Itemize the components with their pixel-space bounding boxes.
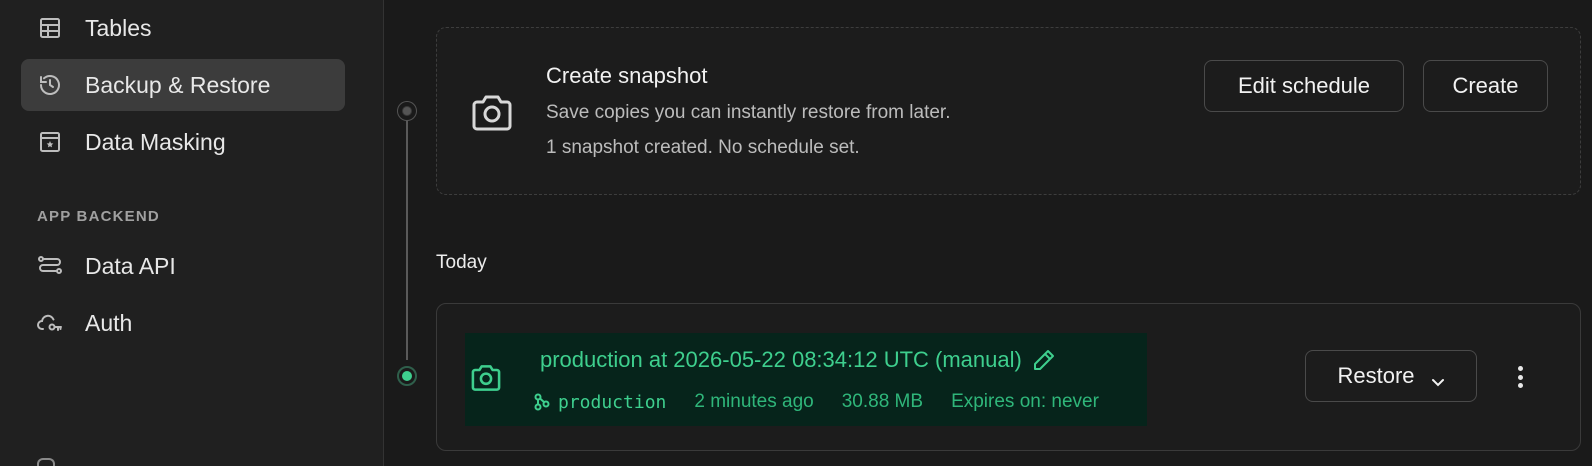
sidebar-item-label: Backup & Restore xyxy=(85,71,271,98)
backup-title: production at 2026-05-22 08:34:12 UTC (m… xyxy=(540,347,1056,373)
snapshot-description: Save copies you can instantly restore fr… xyxy=(546,102,951,123)
backup-name: production at 2026-05-22 08:34:12 UTC (m… xyxy=(540,347,1022,372)
backup-branch: production xyxy=(558,391,667,413)
timeline-line xyxy=(406,120,408,360)
sidebar-item-data-masking[interactable]: Data Masking xyxy=(21,116,345,168)
masking-icon xyxy=(37,129,63,155)
restore-label: Restore xyxy=(1337,363,1415,388)
timeline-dot xyxy=(398,102,416,120)
snapshot-title: Create snapshot xyxy=(546,63,708,88)
sidebar-cutoff-icon xyxy=(37,458,55,466)
history-icon xyxy=(37,72,63,98)
branch-icon xyxy=(534,393,550,411)
create-snapshot-button[interactable]: Create xyxy=(1423,60,1548,112)
timeline-dot-active xyxy=(397,366,417,386)
sidebar-item-backup-restore[interactable]: Backup & Restore xyxy=(21,59,345,111)
camera-icon xyxy=(470,93,514,133)
sidebar-item-label: Tables xyxy=(85,14,152,41)
edit-schedule-button[interactable]: Edit schedule xyxy=(1204,60,1404,112)
backup-expiry: Expires on: never xyxy=(951,391,1099,412)
more-options-icon[interactable] xyxy=(1508,362,1532,392)
sidebar: Tables Backup & Restore Data Masking APP… xyxy=(0,0,384,466)
sidebar-item-label: Data Masking xyxy=(85,128,226,155)
restore-dropdown-button[interactable]: Restore xyxy=(1305,350,1477,402)
chevron-down-icon xyxy=(1431,369,1445,387)
sidebar-item-label: Auth xyxy=(85,309,133,336)
auth-icon xyxy=(37,310,63,336)
sidebar-item-tables[interactable]: Tables xyxy=(21,2,345,54)
backup-meta: production 2 minutes ago 30.88 MB Expire… xyxy=(534,391,1099,413)
sidebar-item-data-api[interactable]: Data API xyxy=(21,240,345,292)
date-group-label: Today xyxy=(436,252,487,273)
sidebar-item-label: Data API xyxy=(85,252,176,279)
snapshot-status: 1 snapshot created. No schedule set. xyxy=(546,137,860,158)
backup-age: 2 minutes ago xyxy=(694,391,814,412)
api-icon xyxy=(37,253,63,279)
sidebar-item-auth[interactable]: Auth xyxy=(21,297,345,349)
app-window: Tables Backup & Restore Data Masking APP… xyxy=(0,0,1592,466)
backup-size: 30.88 MB xyxy=(841,391,924,412)
section-label-app-backend: APP BACKEND xyxy=(37,208,160,225)
camera-icon xyxy=(470,363,502,393)
pencil-icon[interactable] xyxy=(1032,348,1056,372)
table-icon xyxy=(37,15,63,41)
